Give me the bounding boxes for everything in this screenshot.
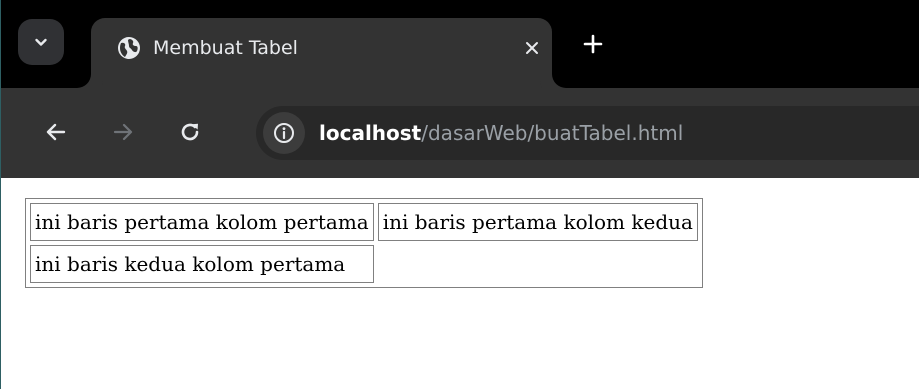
plus-icon bbox=[583, 34, 603, 54]
tab-title: Membuat Tabel bbox=[153, 37, 298, 59]
table-cell: ini baris kedua kolom pertama bbox=[30, 245, 374, 283]
tab-active[interactable]: Membuat Tabel bbox=[91, 18, 552, 90]
back-button[interactable] bbox=[41, 117, 71, 147]
address-bar[interactable]: localhost/dasarWeb/buatTabel.html bbox=[256, 106, 919, 160]
new-tab-button[interactable] bbox=[579, 30, 607, 58]
page-content: ini baris pertama kolom pertama ini bari… bbox=[1, 178, 919, 389]
browser-window: Membuat Tabel localhost/dasarWeb/buatTab… bbox=[0, 0, 919, 389]
url-host: localhost bbox=[319, 121, 422, 145]
tab-search-button[interactable] bbox=[18, 19, 64, 65]
tab-close-button[interactable] bbox=[518, 34, 546, 62]
table-cell: ini baris pertama kolom pertama bbox=[30, 203, 374, 241]
table-row: ini baris kedua kolom pertama bbox=[30, 245, 698, 283]
url-path: /dasarWeb/buatTabel.html bbox=[421, 121, 684, 145]
toolbar: localhost/dasarWeb/buatTabel.html bbox=[1, 88, 919, 178]
url-text[interactable]: localhost/dasarWeb/buatTabel.html bbox=[319, 118, 683, 148]
table-cell: ini baris pertama kolom kedua bbox=[377, 203, 698, 241]
arrow-right-icon bbox=[113, 123, 133, 141]
forward-button[interactable] bbox=[108, 117, 138, 147]
chevron-down-icon bbox=[35, 38, 47, 46]
reload-icon bbox=[181, 123, 199, 141]
reload-button[interactable] bbox=[175, 117, 205, 147]
info-icon bbox=[274, 123, 294, 143]
close-icon bbox=[526, 42, 538, 54]
arrow-left-icon bbox=[46, 123, 66, 141]
globe-icon bbox=[118, 37, 140, 59]
table-cell-empty bbox=[378, 245, 698, 283]
tab-strip: Membuat Tabel bbox=[1, 0, 919, 90]
site-info-button[interactable] bbox=[263, 112, 305, 154]
table-row: ini baris pertama kolom pertama ini bari… bbox=[30, 203, 698, 241]
data-table: ini baris pertama kolom pertama ini bari… bbox=[25, 198, 703, 288]
